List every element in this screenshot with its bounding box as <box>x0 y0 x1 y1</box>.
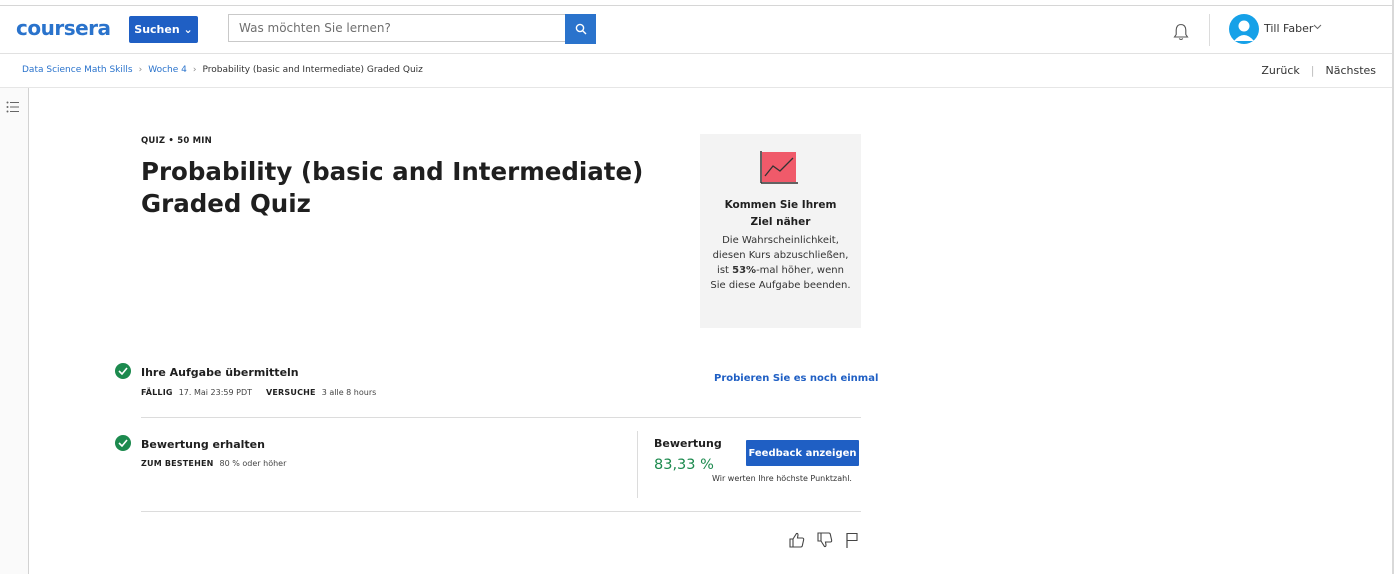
due-label: FÄLLIG <box>141 388 173 397</box>
flag-icon[interactable] <box>844 531 860 549</box>
pass-value: 80 % oder höher <box>219 459 287 468</box>
section-divider <box>141 417 861 418</box>
pass-label: ZUM BESTEHEN <box>141 459 214 468</box>
item-navigation: Zurück | Nächstes <box>1261 64 1376 77</box>
chevron-down-icon[interactable] <box>1313 24 1322 30</box>
top-header: coursera Suchen ⌄ Till Faber <box>0 6 1392 54</box>
user-avatar[interactable] <box>1229 14 1259 44</box>
grade-label: Bewertung <box>654 437 722 450</box>
section-divider <box>141 511 861 512</box>
pass-details: ZUM BESTEHEN 80 % oder höher <box>141 459 300 468</box>
goal-body: Die Wahrscheinlichkeit, diesen Kurs abzu… <box>710 233 851 293</box>
thumbs-up-icon[interactable] <box>788 531 806 549</box>
check-circle-icon <box>115 363 131 379</box>
attempts-value: 3 alle 8 hours <box>321 388 377 397</box>
breadcrumb-week[interactable]: Woche 4 <box>148 65 187 75</box>
grade-note: Wir werten Ihre höchste Punktzahl. <box>712 474 852 483</box>
grade-title: Bewertung erhalten <box>141 438 265 451</box>
search-submit-button[interactable] <box>565 14 596 44</box>
check-circle-icon <box>115 435 131 451</box>
page-title: Probability (basic and Intermediate) Gra… <box>141 157 644 218</box>
breadcrumb-course[interactable]: Data Science Math Skills <box>22 65 133 75</box>
submit-title: Ihre Aufgabe übermitteln <box>141 366 299 379</box>
search-field[interactable] <box>228 14 565 42</box>
feedback-reactions <box>788 531 860 549</box>
thumbs-down-icon[interactable] <box>816 531 834 549</box>
breadcrumb-divider <box>0 87 1392 88</box>
goal-heading: Kommen Sie Ihrem Ziel näher <box>724 199 837 228</box>
submit-details: FÄLLIG 17. Mai 23:59 PDT VERSUCHE 3 alle… <box>141 388 390 397</box>
due-value: 17. Mai 23:59 PDT <box>178 388 252 397</box>
nav-separator: | <box>1310 64 1315 77</box>
chevron-right-icon: › <box>138 65 143 75</box>
back-link[interactable]: Zurück <box>1261 64 1299 77</box>
bell-icon <box>1173 23 1189 41</box>
window-right-edge <box>1392 0 1394 574</box>
goal-card: Kommen Sie Ihrem Ziel näher Die Wahrsche… <box>700 134 861 328</box>
header-divider <box>1209 14 1210 46</box>
breadcrumb-current: Probability (basic and Intermediate) Gra… <box>202 65 423 75</box>
quiz-meta: QUIZ • 50 MIN <box>141 136 212 146</box>
user-name[interactable]: Till Faber <box>1264 22 1313 35</box>
user-icon <box>1234 20 1254 41</box>
coursera-logo[interactable]: coursera <box>16 16 111 40</box>
course-outline-rail <box>0 88 29 574</box>
grade-divider <box>637 431 638 498</box>
attempts-label: VERSUCHE <box>266 388 316 397</box>
chart-trend-icon <box>760 151 798 184</box>
search-input[interactable] <box>237 20 561 36</box>
notifications-button[interactable] <box>1171 22 1191 46</box>
browse-button[interactable]: Suchen ⌄ <box>129 16 198 43</box>
retry-link[interactable]: Probieren Sie es noch einmal <box>714 373 878 384</box>
grade-value: 83,33 % <box>654 457 714 473</box>
outline-list-icon[interactable] <box>6 100 20 114</box>
search-icon <box>575 23 586 35</box>
goal-percentage: 53% <box>732 265 757 276</box>
view-feedback-button[interactable]: Feedback anzeigen <box>746 440 859 466</box>
breadcrumb: Data Science Math Skills › Woche 4 › Pro… <box>22 65 423 75</box>
next-link[interactable]: Nächstes <box>1325 64 1376 77</box>
chevron-right-icon: › <box>192 65 197 75</box>
